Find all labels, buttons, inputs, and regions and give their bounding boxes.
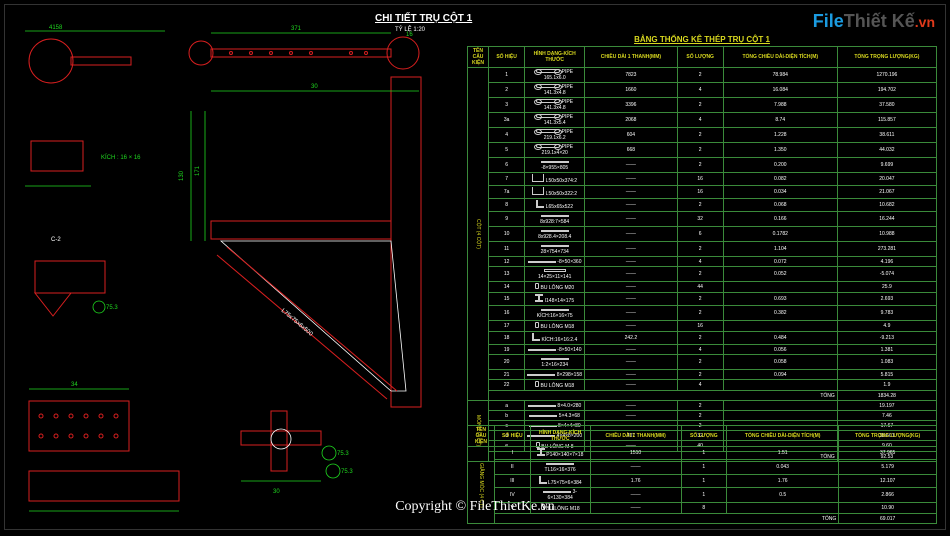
- table-row: 6 -8×955×805——20.2009.699: [468, 158, 937, 173]
- table1-title: BẢNG THỐNG KÊ THÉP TRỤ CỘT 1: [467, 35, 937, 44]
- table-row: 11 28×754×734——21.104273.281: [468, 242, 937, 257]
- table-row: 20 1:2×16×234——20.0581.083: [468, 355, 937, 370]
- table-row: 13 14×25×11×141——20.052-5.074: [468, 267, 937, 282]
- table2-header: TÊN CẤU KIỆN: [468, 426, 495, 447]
- svg-text:171: 171: [195, 165, 201, 176]
- table-row: 7 L50x50x374:2——160.08220.047: [468, 173, 937, 186]
- table-row: 18 KÍCH:16×16:2.4242.220.484-9.213: [468, 332, 937, 345]
- svg-text:371: 371: [291, 26, 302, 32]
- svg-text:4158: 4158: [49, 25, 63, 31]
- watermark-logo: FileThiết Kế.vn: [813, 11, 935, 32]
- table-row: CỘT (4 CỘT)1 PIPE 165.1x6.07823278.98412…: [468, 68, 937, 83]
- drawing-canvas: CHI TIẾT TRỤ CỘT 1 TỶ LỆ 1:20 FileThiết …: [4, 4, 946, 530]
- table-row: GIẰNG MÓC (4 CT)I P140×140×7×18151011.51…: [468, 447, 937, 460]
- table-row: b 5×4.3×68——27.46: [468, 411, 937, 421]
- table-row: 22 BU LÔNG M18——41.9: [468, 380, 937, 391]
- table-row: 2 PIPE 141.3x4.81660416.084194.702: [468, 83, 937, 98]
- svg-text:75.3: 75.3: [337, 451, 349, 457]
- table-row: 3a PIPE 141.3x5.4206848.74115.857: [468, 113, 937, 128]
- table-row: 7a L50x50x322:2——160.03421.067: [468, 186, 937, 199]
- table1-header: TỔNG CHIỀU DÀI-DIỆN TÍCH(M): [723, 47, 837, 68]
- table2-header: TỔNG TRỌNG LƯỢNG(KG): [839, 426, 937, 447]
- table1: TÊN CẤU KIỆNSỐ HIỆUHÌNH DẠNG-KÍCH THƯỚCC…: [467, 46, 937, 462]
- svg-text:16: 16: [406, 32, 413, 38]
- steel-schedule-table-1: BẢNG THỐNG KÊ THÉP TRỤ CỘT 1 TÊN CẤU KIỆ…: [467, 35, 937, 462]
- table1-header: SỐ HIỆU: [489, 47, 525, 68]
- copyright-text: Copyright © FileThietKe.vn: [5, 499, 945, 515]
- table-row: 3 PIPE 141.3x4.8339627.98837.580: [468, 98, 937, 113]
- table-row: 5 PIPE 219.1x4×2066821.35044.032: [468, 143, 937, 158]
- table-row: 8 L65x65x522——20.06810.682: [468, 199, 937, 212]
- cad-drawing-area: 4158 371 16 KÍCH : 16 × 16 75.3 C: [11, 11, 461, 531]
- table2-header: SỐ LƯỢNG: [681, 426, 726, 447]
- table-row: 16 KÍCH:16×16×75——20.3829.783: [468, 306, 937, 321]
- svg-text:L75x75x6x500: L75x75x6x500: [280, 308, 314, 338]
- table-row: III L75×75×6×3841.7611.7612.107: [468, 475, 937, 488]
- svg-text:34: 34: [71, 382, 78, 388]
- svg-text:30: 30: [311, 84, 318, 90]
- table-row: 12 -8×50×360——40.0724.196: [468, 257, 937, 267]
- svg-text:KÍCH : 16 × 16: KÍCH : 16 × 16: [101, 154, 141, 161]
- svg-text:75.3: 75.3: [341, 469, 353, 475]
- table-row: 10 8x928.4×208.4——60.178210.988: [468, 227, 937, 242]
- table-row: 21 8×298×158——20.0945.815: [468, 370, 937, 380]
- table1-header: TÊN CẤU KIỆN: [468, 47, 489, 68]
- table-row: MÓNG (4 CT)a 8×4.0×280——219.197: [468, 401, 937, 411]
- table1-header: TỔNG TRỌNG LƯỢNG(KG): [837, 47, 936, 68]
- table-row: 15 I148×14×175——20.6932.693: [468, 293, 937, 306]
- table-row: 17 BU LÔNG M18——164.9: [468, 321, 937, 332]
- svg-text:C-2: C-2: [51, 237, 61, 243]
- table1-header: HÌNH DẠNG-KÍCH THƯỚC: [525, 47, 585, 68]
- svg-text:30: 30: [273, 489, 280, 495]
- table-row: 14 BU LÔNG M20——4425.9: [468, 282, 937, 293]
- svg-text:75.3: 75.3: [106, 305, 118, 311]
- table-row: 4 PIPE 219.1x6.260421.22838.611: [468, 128, 937, 143]
- table-row: II TL16×16×376——10.0435.179: [468, 460, 937, 475]
- table-row: 19 -8×50×140——40.0561.381: [468, 345, 937, 355]
- table2-header: HÌNH DẠNG-KÍCH THƯỚC: [530, 426, 590, 447]
- svg-text:130: 130: [179, 170, 185, 181]
- table1-header: SỐ LƯỢNG: [677, 47, 723, 68]
- table2-header: TỔNG CHIỀU DÀI-DIỆN TÍCH(M): [727, 426, 839, 447]
- table2-header: SỐ HIỆU: [495, 426, 531, 447]
- table-row: 9 8x928:7×584——320.16616.244: [468, 212, 937, 227]
- table2-header: CHIỀU DÀI 1 THANH(MM): [590, 426, 681, 447]
- table1-header: CHIỀU DÀI 1 THANH(MM): [585, 47, 677, 68]
